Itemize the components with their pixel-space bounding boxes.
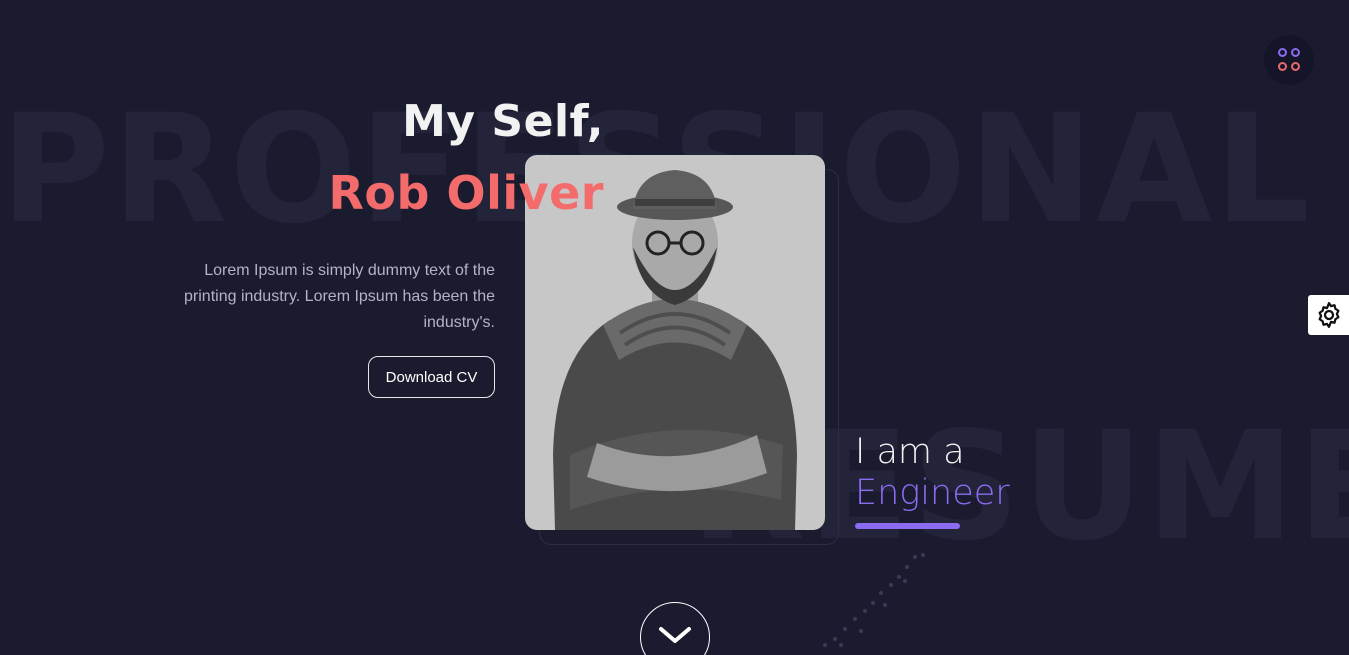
gear-icon [1318, 302, 1339, 328]
settings-button[interactable] [1308, 295, 1349, 335]
role-underline [855, 523, 960, 529]
scroll-down-button[interactable] [640, 602, 710, 655]
hero-intro-text: Lorem Ipsum is simply dummy text of the … [184, 262, 495, 331]
role-text: Engineer [855, 473, 1010, 513]
chevron-down-icon [659, 627, 691, 643]
hero-greeting: My Self, [402, 96, 604, 147]
dot-pattern-decoration [823, 553, 925, 647]
menu-button[interactable] [1264, 35, 1314, 85]
role-prefix-text: I am a [855, 432, 965, 472]
download-cv-button[interactable]: Download CV [368, 356, 495, 398]
hero-name: Rob Oliver [328, 166, 604, 220]
